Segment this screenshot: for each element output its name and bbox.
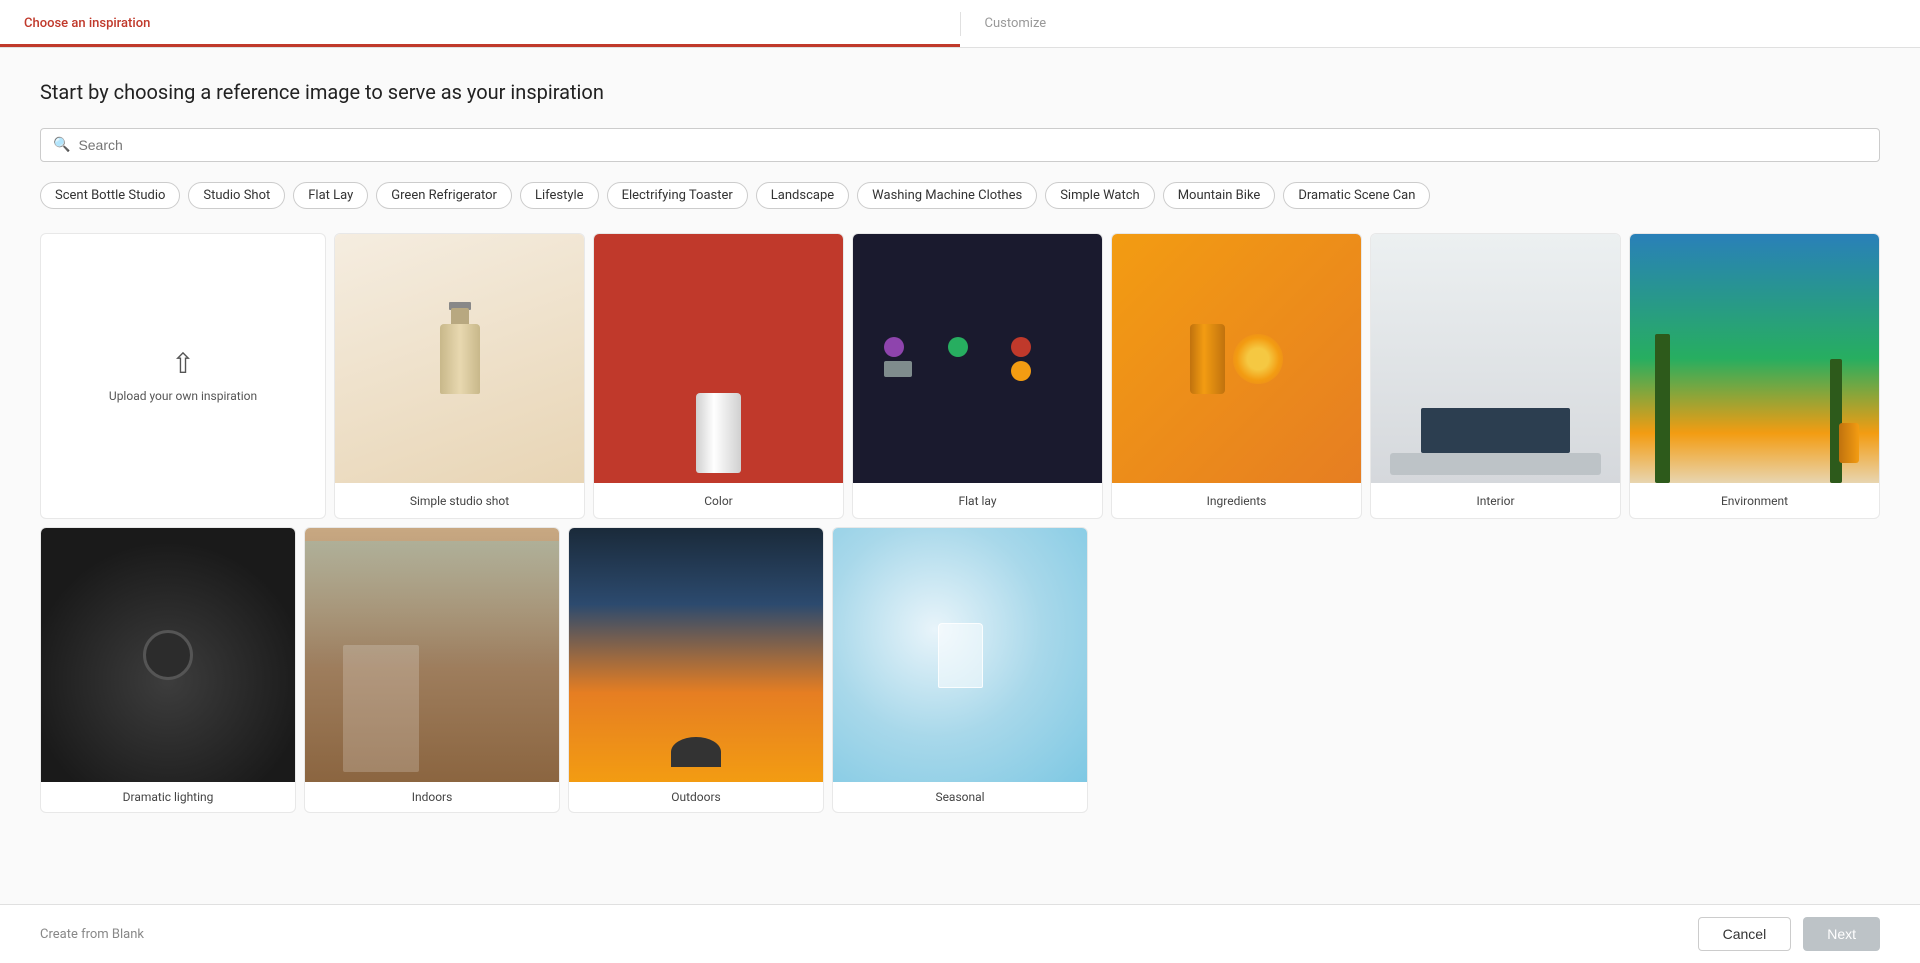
- label-flat-lay: Flat lay: [853, 483, 1102, 518]
- empty-cell-6: [1360, 527, 1616, 813]
- image-outdoors: [569, 528, 823, 782]
- env-tree2: [1830, 359, 1842, 484]
- image-ingredients: [1112, 234, 1361, 483]
- step-1[interactable]: Choose an inspiration: [0, 0, 960, 47]
- chip-mountain-bike[interactable]: Mountain Bike: [1163, 182, 1276, 209]
- grid-item-ingredients[interactable]: Ingredients: [1111, 233, 1362, 519]
- flat-item-1: [884, 337, 904, 357]
- bottom-bar: Create from Blank Cancel Next: [0, 904, 1920, 963]
- search-bar[interactable]: 🔍: [40, 128, 1880, 162]
- indoors-window: [305, 541, 559, 668]
- chip-studio-shot[interactable]: Studio Shot: [188, 182, 285, 209]
- label-outdoors: Outdoors: [569, 782, 823, 812]
- env-bottle: [1839, 423, 1859, 463]
- image-dramatic-lighting: [41, 528, 295, 782]
- top-navigation: Choose an inspiration Customize: [0, 0, 1920, 48]
- motorcycle-silhouette: [671, 737, 721, 767]
- filter-chips: Scent Bottle Studio Studio Shot Flat Lay…: [40, 182, 1880, 209]
- image-indoors: [305, 528, 559, 782]
- grid-item-color[interactable]: Color: [593, 233, 844, 519]
- label-ingredients: Ingredients: [1112, 483, 1361, 518]
- chip-simple-watch[interactable]: Simple Watch: [1045, 182, 1154, 209]
- chip-lifestyle[interactable]: Lifestyle: [520, 182, 599, 209]
- tv-screen-detail: [1421, 408, 1569, 453]
- ingredients-can: [1190, 324, 1225, 394]
- label-seasonal: Seasonal: [833, 782, 1087, 812]
- upload-icon: ⇧: [171, 347, 194, 380]
- page-title: Start by choosing a reference image to s…: [40, 80, 1880, 104]
- step-2[interactable]: Customize: [961, 0, 1920, 47]
- empty-cell-5: [1096, 527, 1352, 813]
- image-flat-lay: [853, 234, 1102, 483]
- image-color: [594, 234, 843, 483]
- flat-item-2: [948, 337, 968, 357]
- chip-green-refrigerator[interactable]: Green Refrigerator: [376, 182, 512, 209]
- create-from-blank-link[interactable]: Create from Blank: [40, 927, 144, 942]
- empty-cell-7: [1624, 527, 1880, 813]
- image-simple-studio-shot: [335, 234, 584, 483]
- image-interior: [1371, 234, 1620, 483]
- image-environment: [1630, 234, 1879, 483]
- env-tree1: [1655, 334, 1670, 483]
- main-content: Start by choosing a reference image to s…: [0, 48, 1920, 904]
- seasonal-perfume: [938, 623, 983, 688]
- grid-item-outdoors[interactable]: Outdoors: [568, 527, 824, 813]
- label-environment: Environment: [1630, 483, 1879, 518]
- step-1-label: Choose an inspiration: [24, 16, 150, 31]
- chip-landscape[interactable]: Landscape: [756, 182, 849, 209]
- watch-detail: [143, 630, 193, 680]
- can-detail: [696, 393, 741, 473]
- label-interior: Interior: [1371, 483, 1620, 518]
- step-1-underline: [0, 44, 960, 47]
- label-simple-studio-shot: Simple studio shot: [335, 483, 584, 518]
- bottle-body-detail: [440, 324, 480, 394]
- label-color: Color: [594, 483, 843, 518]
- label-dramatic-lighting: Dramatic lighting: [41, 782, 295, 812]
- flat-item-4: [1011, 361, 1031, 381]
- grid-item-indoors[interactable]: Indoors: [304, 527, 560, 813]
- label-indoors: Indoors: [305, 782, 559, 812]
- ingredients-orange: [1233, 334, 1283, 384]
- step-2-label: Customize: [985, 16, 1047, 31]
- bottle-neck-detail: [451, 308, 469, 324]
- flat-item-bottle: [884, 361, 912, 377]
- chip-scent-bottle-studio[interactable]: Scent Bottle Studio: [40, 182, 180, 209]
- upload-card[interactable]: ⇧ Upload your own inspiration: [40, 233, 326, 519]
- search-input[interactable]: [78, 137, 1867, 153]
- grid-item-interior[interactable]: Interior: [1370, 233, 1621, 519]
- image-seasonal: [833, 528, 1087, 782]
- grid-item-simple-studio-shot[interactable]: Simple studio shot: [334, 233, 585, 519]
- grid-item-dramatic-lighting[interactable]: Dramatic lighting: [40, 527, 296, 813]
- next-button[interactable]: Next: [1803, 917, 1880, 951]
- flat-item-3: [1011, 337, 1031, 357]
- grid-item-seasonal[interactable]: Seasonal: [832, 527, 1088, 813]
- bottom-actions: Cancel Next: [1698, 917, 1880, 951]
- chip-electrifying-toaster[interactable]: Electrifying Toaster: [607, 182, 748, 209]
- upload-text: Upload your own inspiration: [109, 388, 257, 405]
- chip-flat-lay[interactable]: Flat Lay: [293, 182, 368, 209]
- grid-item-environment[interactable]: Environment: [1629, 233, 1880, 519]
- tv-stand-detail: [1390, 453, 1602, 475]
- cancel-button[interactable]: Cancel: [1698, 917, 1792, 951]
- chip-dramatic-scene-can[interactable]: Dramatic Scene Can: [1283, 182, 1430, 209]
- chip-washing-machine-clothes[interactable]: Washing Machine Clothes: [857, 182, 1037, 209]
- grid-item-flat-lay[interactable]: Flat lay: [852, 233, 1103, 519]
- search-icon: 🔍: [53, 137, 70, 153]
